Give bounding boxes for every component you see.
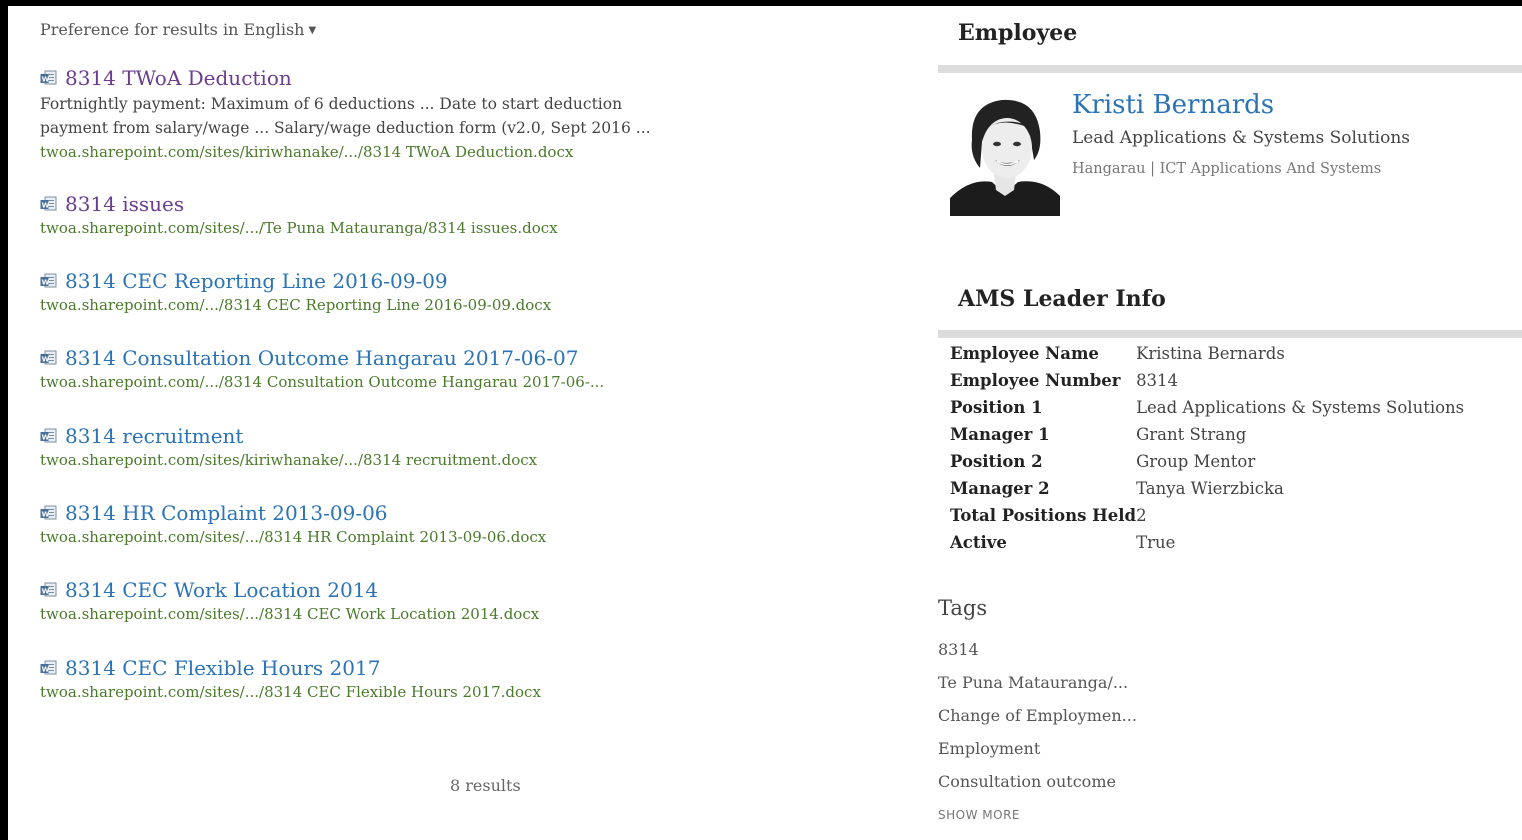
result-url[interactable]: twoa.sharepoint.com/sites/.../8314 CEC W… bbox=[40, 602, 660, 626]
search-result: W 8314 issues twoa.sharepoint.com/sites/..… bbox=[40, 192, 660, 240]
info-row: Manager 2 Tanya Wierzbicka bbox=[950, 475, 1464, 502]
svg-text:W: W bbox=[42, 201, 50, 209]
result-title: 8314 HR Complaint 2013-09-06 bbox=[65, 501, 388, 525]
result-title-link[interactable]: W 8314 CEC Flexible Hours 2017 bbox=[40, 656, 660, 680]
svg-text:W: W bbox=[42, 433, 50, 441]
result-title: 8314 CEC Work Location 2014 bbox=[65, 578, 379, 602]
result-title-link[interactable]: W 8314 CEC Work Location 2014 bbox=[40, 578, 660, 602]
info-row: Employee Number 8314 bbox=[950, 367, 1464, 394]
svg-text:W: W bbox=[42, 355, 50, 363]
language-preference-dropdown[interactable]: Preference for results in English ▼ bbox=[40, 20, 316, 39]
ams-leader-heading: AMS Leader Info bbox=[958, 286, 1166, 312]
result-title-link[interactable]: W 8314 TWoA Deduction bbox=[40, 66, 660, 90]
search-page: Preference for results in English ▼ W 8314… bbox=[8, 6, 1522, 840]
word-document-icon: W bbox=[40, 660, 58, 676]
info-row: Active True bbox=[950, 529, 1464, 556]
result-url[interactable]: twoa.sharepoint.com/sites/.../8314 CEC F… bbox=[40, 680, 660, 704]
result-title: 8314 CEC Reporting Line 2016-09-09 bbox=[65, 269, 448, 293]
info-row: Employee Name Kristina Bernards bbox=[950, 340, 1464, 367]
search-result: W 8314 CEC Flexible Hours 2017 twoa.sharep… bbox=[40, 656, 660, 704]
word-document-icon: W bbox=[40, 273, 58, 289]
language-preference-label: Preference for results in English bbox=[40, 20, 305, 39]
word-document-icon: W bbox=[40, 350, 58, 366]
info-key: Manager 1 bbox=[950, 425, 1050, 444]
result-count: 8 results bbox=[450, 776, 521, 795]
show-more-link[interactable]: SHOW MORE bbox=[938, 808, 1020, 822]
result-title: 8314 issues bbox=[65, 192, 185, 216]
result-url[interactable]: twoa.sharepoint.com/sites/.../Te Puna Ma… bbox=[40, 216, 660, 240]
result-snippet-line: Fortnightly payment: Maximum of 6 deduct… bbox=[40, 95, 623, 113]
employee-heading: Employee bbox=[958, 20, 1078, 46]
info-key: Position 1 bbox=[950, 398, 1043, 417]
result-url[interactable]: twoa.sharepoint.com/sites/.../8314 HR Co… bbox=[40, 525, 660, 549]
word-document-icon: W bbox=[40, 505, 58, 521]
info-key: Active bbox=[950, 533, 1007, 552]
search-result: W 8314 HR Complaint 2013-09-06 twoa.sharep… bbox=[40, 501, 660, 549]
svg-text:W: W bbox=[42, 510, 50, 518]
search-result: W 8314 Consultation Outcome Hangarau 2017… bbox=[40, 346, 660, 394]
search-result: W 8314 TWoA Deduction Fortnightly payment:… bbox=[40, 66, 660, 164]
tag-link[interactable]: Change of Employmen... bbox=[938, 706, 1137, 725]
ams-divider bbox=[938, 330, 1522, 338]
info-key: Manager 2 bbox=[950, 479, 1050, 498]
svg-text:W: W bbox=[42, 665, 50, 673]
info-row: Manager 1 Grant Strang bbox=[950, 421, 1464, 448]
employee-divider bbox=[938, 65, 1522, 73]
result-snippet-line: payment from salary/wage ... Salary/wage… bbox=[40, 119, 651, 137]
info-value: 2 bbox=[1136, 506, 1147, 525]
info-value: True bbox=[1136, 533, 1176, 552]
tags-heading: Tags bbox=[938, 596, 988, 620]
result-url[interactable]: twoa.sharepoint.com/sites/kiriwhanake/..… bbox=[40, 448, 660, 472]
employee-name-link[interactable]: Kristi Bernards bbox=[1072, 90, 1274, 120]
employee-department: Hangarau | ICT Applications And Systems bbox=[1072, 161, 1382, 177]
result-title-link[interactable]: W 8314 recruitment bbox=[40, 424, 660, 448]
word-document-icon: W bbox=[40, 582, 58, 598]
search-result: W 8314 recruitment twoa.sharepoint.com/sit… bbox=[40, 424, 660, 472]
result-url[interactable]: twoa.sharepoint.com/.../8314 Consultatio… bbox=[40, 370, 660, 394]
info-value: Grant Strang bbox=[1136, 425, 1247, 444]
info-key: Employee Number bbox=[950, 371, 1121, 390]
tag-link[interactable]: Employment bbox=[938, 739, 1040, 758]
result-title-link[interactable]: W 8314 HR Complaint 2013-09-06 bbox=[40, 501, 660, 525]
tag-link[interactable]: Consultation outcome bbox=[938, 772, 1116, 791]
tag-link[interactable]: Te Puna Matauranga/... bbox=[938, 673, 1128, 692]
result-url[interactable]: twoa.sharepoint.com/sites/kiriwhanake/..… bbox=[40, 140, 660, 164]
word-document-icon: W bbox=[40, 70, 58, 86]
result-title-link[interactable]: W 8314 issues bbox=[40, 192, 660, 216]
caret-down-icon: ▼ bbox=[308, 25, 317, 36]
info-value: Lead Applications & Systems Solutions bbox=[1136, 398, 1465, 417]
info-key: Position 2 bbox=[950, 452, 1043, 471]
info-key: Employee Name bbox=[950, 344, 1099, 363]
search-result: W 8314 CEC Work Location 2014 twoa.sharepo… bbox=[40, 578, 660, 626]
info-row: Position 2 Group Mentor bbox=[950, 448, 1464, 475]
info-value: Tanya Wierzbicka bbox=[1136, 479, 1284, 498]
result-title: 8314 recruitment bbox=[65, 424, 244, 448]
result-title: 8314 TWoA Deduction bbox=[65, 66, 292, 90]
results-pane: Preference for results in English ▼ W 8314… bbox=[40, 6, 920, 840]
result-title-link[interactable]: W 8314 Consultation Outcome Hangarau 2017… bbox=[40, 346, 660, 370]
svg-text:W: W bbox=[42, 278, 50, 286]
svg-text:W: W bbox=[42, 75, 50, 83]
word-document-icon: W bbox=[40, 196, 58, 212]
result-url[interactable]: twoa.sharepoint.com/.../8314 CEC Reporti… bbox=[40, 293, 660, 317]
info-row: Total Positions Held 2 bbox=[950, 502, 1464, 529]
search-result: W 8314 CEC Reporting Line 2016-09-09 twoa.… bbox=[40, 269, 660, 317]
result-title-link[interactable]: W 8314 CEC Reporting Line 2016-09-09 bbox=[40, 269, 660, 293]
tag-link[interactable]: 8314 bbox=[938, 640, 979, 659]
svg-text:W: W bbox=[42, 587, 50, 595]
info-value: Group Mentor bbox=[1136, 452, 1256, 471]
avatar[interactable] bbox=[950, 90, 1060, 216]
avatar-photo bbox=[950, 90, 1060, 216]
result-title: 8314 Consultation Outcome Hangarau 2017-… bbox=[65, 346, 579, 370]
ams-info-table: Employee Name Kristina Bernards Employee N… bbox=[950, 340, 1464, 556]
info-value: 8314 bbox=[1136, 371, 1179, 390]
employee-title: Lead Applications & Systems Solutions bbox=[1072, 128, 1411, 148]
info-key: Total Positions Held bbox=[950, 506, 1137, 525]
employee-pane: Employee Kristi Bernards Lead Applicatio… bbox=[938, 6, 1522, 840]
word-document-icon: W bbox=[40, 428, 58, 444]
info-value: Kristina Bernards bbox=[1136, 344, 1285, 363]
info-row: Position 1 Lead Applications & Systems So… bbox=[950, 394, 1464, 421]
result-title: 8314 CEC Flexible Hours 2017 bbox=[65, 656, 381, 680]
